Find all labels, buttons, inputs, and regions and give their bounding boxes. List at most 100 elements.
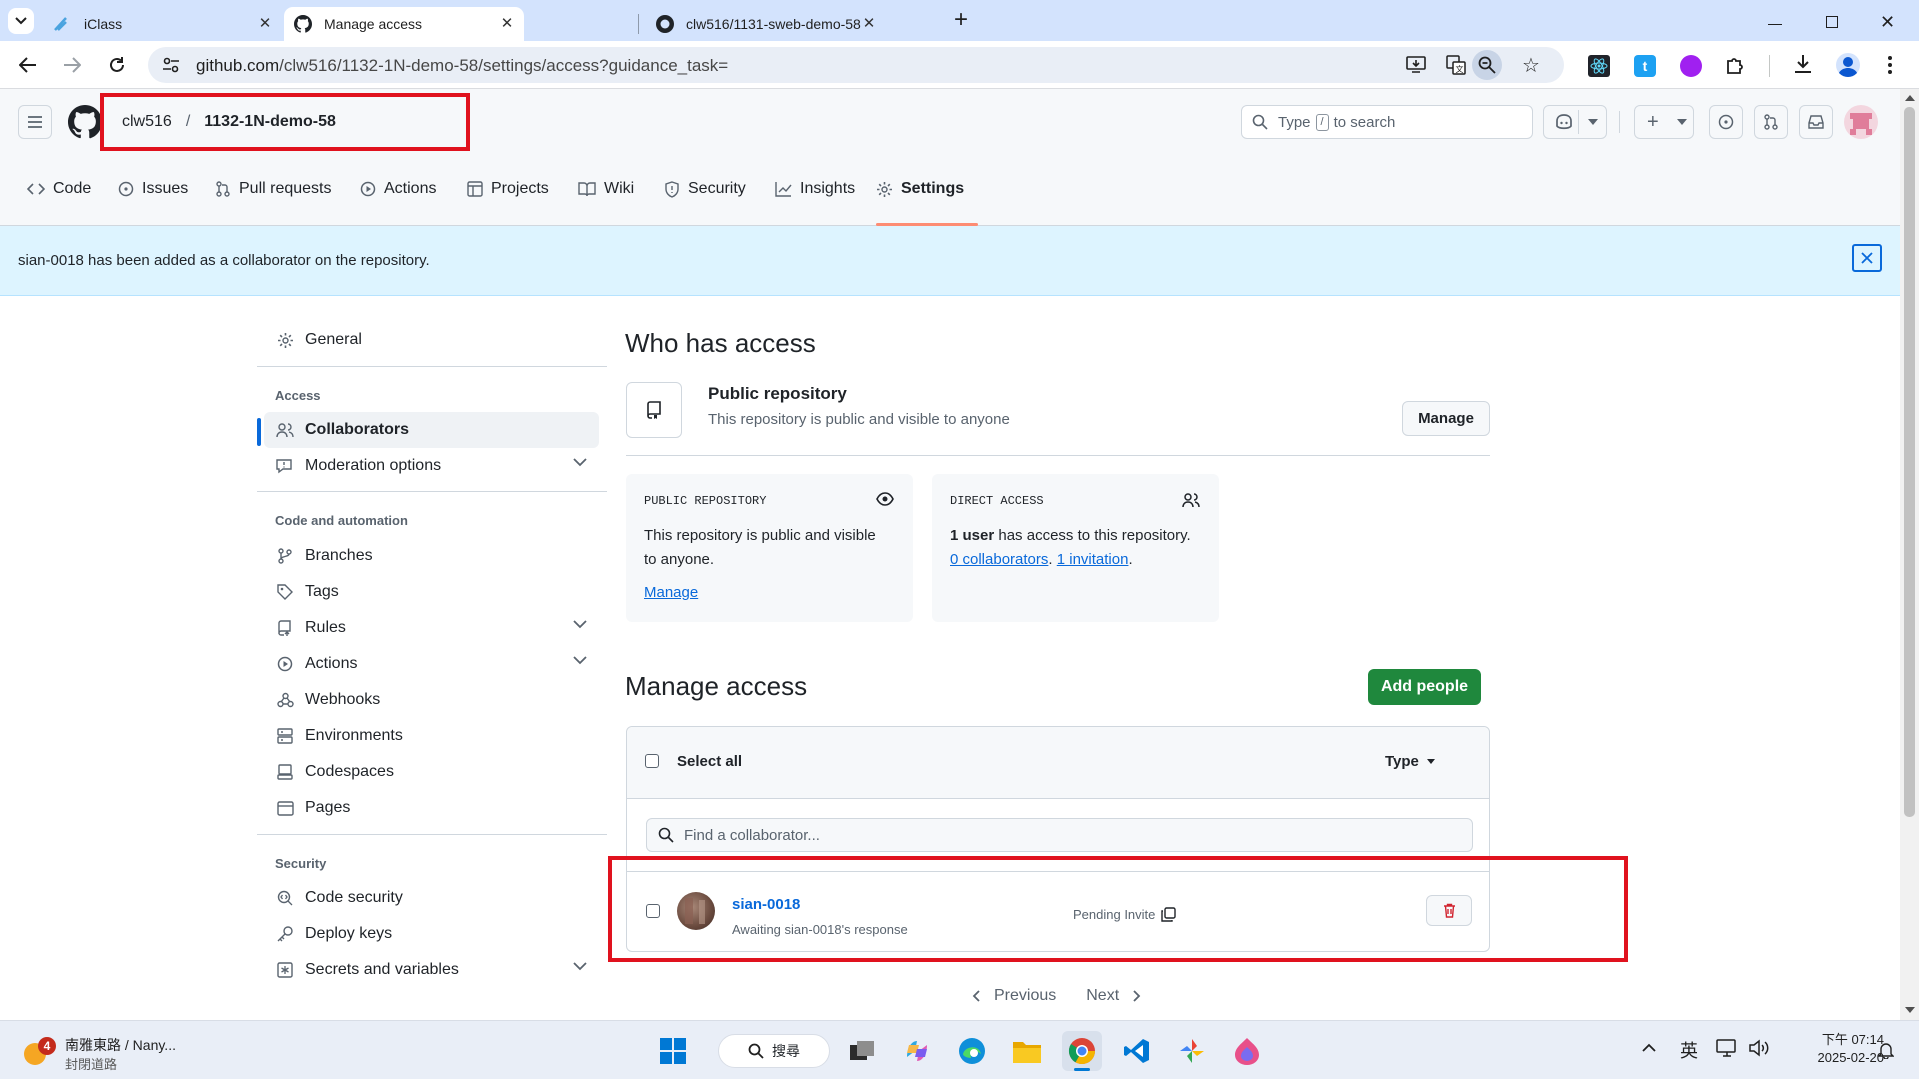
add-people-button[interactable]: Add people — [1368, 669, 1481, 705]
sidebar-item-general[interactable]: General — [264, 322, 599, 358]
extension-purple-icon[interactable] — [1680, 55, 1702, 77]
sidebar-item-secrets[interactable]: Secrets and variables — [264, 952, 599, 988]
close-window-icon[interactable]: ✕ — [1880, 12, 1895, 33]
close-tab-icon[interactable]: ✕ — [498, 15, 516, 33]
chrome-taskbar-icon[interactable] — [1062, 1031, 1102, 1071]
next-page-button[interactable]: Next — [1086, 987, 1119, 1005]
task-view-icon[interactable] — [842, 1031, 882, 1071]
clock-time[interactable]: 下午 07:14 — [1796, 1029, 1884, 1048]
bookmark-star-icon[interactable]: ☆ — [1522, 53, 1540, 78]
react-devtools-icon[interactable] — [1588, 55, 1610, 77]
manage-visibility-button[interactable]: Manage — [1402, 401, 1490, 436]
chevron-down-icon[interactable] — [573, 458, 587, 467]
tab-security[interactable]: Security — [664, 152, 746, 226]
tab-list-dropdown-icon[interactable] — [8, 8, 34, 34]
pull-requests-header-button[interactable] — [1754, 105, 1788, 139]
notification-bell-icon[interactable] — [1878, 1041, 1894, 1059]
tab-insights[interactable]: Insights — [775, 152, 855, 226]
tab-actions[interactable]: Actions — [360, 152, 436, 226]
sidebar-item-moderation[interactable]: Moderation options — [264, 448, 599, 484]
sidebar-item-actions[interactable]: Actions — [264, 646, 599, 682]
scrollbar-thumb[interactable] — [1904, 107, 1915, 817]
chevron-down-icon[interactable] — [573, 656, 587, 665]
sidebar-item-branches[interactable]: Branches — [264, 538, 599, 574]
tab-wiki[interactable]: Wiki — [578, 152, 634, 226]
sidebar-item-deploy-keys[interactable]: Deploy keys — [264, 916, 599, 952]
github-logo-icon[interactable] — [68, 105, 102, 139]
sidebar-item-rules[interactable]: Rules — [264, 610, 599, 646]
close-tab-icon[interactable]: ✕ — [256, 15, 274, 33]
user-avatar[interactable] — [1844, 105, 1878, 139]
vscode-icon[interactable] — [1117, 1031, 1157, 1071]
sidebar-item-pages[interactable]: Pages — [264, 790, 599, 826]
restore-window-icon[interactable] — [1826, 16, 1838, 28]
type-filter-dropdown[interactable]: Type — [1385, 753, 1435, 770]
breadcrumb-repo-link[interactable]: 1132-1N-demo-58 — [204, 113, 336, 131]
copilot-app-icon[interactable] — [897, 1031, 937, 1071]
site-info-icon[interactable] — [162, 56, 180, 74]
downloads-icon[interactable] — [1792, 53, 1814, 75]
extensions-puzzle-icon[interactable] — [1724, 53, 1748, 77]
extension-t-icon[interactable]: t — [1634, 55, 1656, 77]
zoom-icon[interactable] — [1472, 50, 1502, 80]
forward-icon[interactable] — [58, 51, 86, 79]
back-icon[interactable] — [14, 51, 42, 79]
profile-avatar-icon[interactable] — [1836, 53, 1860, 77]
chevron-down-icon[interactable] — [573, 962, 587, 971]
start-button[interactable] — [653, 1031, 693, 1071]
sidebar-item-environments[interactable]: Environments — [264, 718, 599, 754]
reload-icon[interactable] — [103, 51, 131, 79]
card-manage-link[interactable]: Manage — [644, 584, 698, 601]
tab-issues[interactable]: Issues — [118, 152, 188, 226]
dismiss-banner-button[interactable] — [1852, 244, 1882, 272]
app-pinwheel-icon[interactable] — [1172, 1031, 1212, 1071]
clock-date[interactable]: 2025-02-20 — [1786, 1050, 1885, 1065]
copilot-button[interactable] — [1543, 105, 1607, 139]
tab-code[interactable]: Code — [27, 152, 91, 226]
page-scrollbar[interactable] — [1900, 89, 1919, 1020]
close-tab-icon[interactable]: ✕ — [860, 15, 878, 33]
collaborators-count-link[interactable]: 0 collaborators — [950, 551, 1048, 568]
network-icon[interactable] — [1716, 1039, 1738, 1057]
chevron-down-icon[interactable] — [1588, 119, 1598, 125]
create-new-button[interactable]: + — [1634, 105, 1694, 139]
new-tab-icon[interactable]: + — [948, 8, 974, 34]
scroll-up-arrow-icon[interactable] — [1905, 95, 1915, 101]
sidebar-item-code-security[interactable]: Code security — [264, 880, 599, 916]
hamburger-menu-button[interactable] — [18, 105, 52, 139]
issues-header-button[interactable] — [1709, 105, 1743, 139]
scroll-down-arrow-icon[interactable] — [1905, 1007, 1915, 1013]
minimize-window-icon[interactable] — [1768, 24, 1782, 25]
sidebar-item-codespaces[interactable]: Codespaces — [264, 754, 599, 790]
sidebar-item-webhooks[interactable]: Webhooks — [264, 682, 599, 718]
browser-tab-iclass[interactable]: iClass ✕ — [42, 7, 282, 41]
weather-widget[interactable]: 4 南雅東路 / Nany... 封閉道路 — [20, 1031, 200, 1072]
select-all-checkbox[interactable] — [645, 754, 659, 768]
browser-tab-sweb-demo[interactable]: clw516/1131-sweb-demo-58 ✕ — [646, 7, 886, 41]
sidebar-item-tags[interactable]: Tags — [264, 574, 599, 610]
file-explorer-icon[interactable] — [1007, 1031, 1047, 1071]
translate-icon[interactable]: 文 — [1446, 55, 1466, 75]
previous-page-button[interactable]: Previous — [994, 987, 1056, 1005]
breadcrumb-owner-link[interactable]: clw516 — [122, 113, 172, 131]
chevron-down-icon[interactable] — [573, 620, 587, 629]
tab-pull-requests[interactable]: Pull requests — [215, 152, 332, 226]
browser-tab-manage-access[interactable]: Manage access ✕ — [284, 7, 524, 41]
install-app-icon[interactable] — [1406, 56, 1426, 74]
app-flame-icon[interactable] — [1227, 1031, 1267, 1071]
tab-projects[interactable]: Projects — [467, 152, 549, 226]
tab-settings[interactable]: Settings — [876, 152, 964, 226]
inbox-button[interactable] — [1799, 105, 1833, 139]
chrome-menu-icon[interactable] — [1888, 55, 1892, 75]
omnibox[interactable]: github.com/clw516/1132-1N-demo-58/settin… — [148, 47, 1564, 83]
sidebar-item-collaborators[interactable]: Collaborators — [264, 412, 599, 448]
edge-browser-icon[interactable] — [952, 1031, 992, 1071]
ime-indicator[interactable]: 英 — [1680, 1037, 1698, 1063]
volume-icon[interactable] — [1748, 1039, 1770, 1057]
card-text: 1 user has access to this repository. 0 … — [950, 524, 1212, 572]
search-input[interactable]: Type / to search — [1241, 105, 1533, 139]
taskbar-search-box[interactable]: 搜尋 — [718, 1034, 830, 1068]
system-tray-expand-icon[interactable] — [1642, 1043, 1656, 1052]
invitations-count-link[interactable]: 1 invitation — [1057, 551, 1129, 568]
find-collaborator-input[interactable]: Find a collaborator... — [646, 818, 1473, 852]
